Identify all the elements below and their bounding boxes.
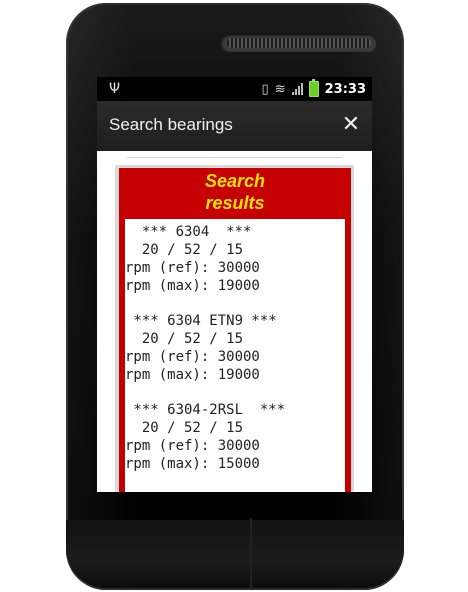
result-rpm-max: rpm (max): 15000: [125, 456, 260, 472]
status-icons: ▯ ≋ 23:33: [261, 79, 366, 97]
result-item[interactable]: *** 6304 *** 20 / 52 / 15 rpm (ref): 300…: [125, 223, 345, 295]
search-results-card: Search results *** 6304 *** 20 / 52 / 15…: [119, 168, 351, 492]
status-clock: 23:33: [324, 81, 366, 97]
dialog-titlebar: Search bearings ✕: [97, 101, 372, 151]
card-title: Search results: [119, 170, 351, 214]
battery-icon: [308, 79, 319, 97]
phone-bottom-bezel: [66, 520, 404, 588]
vibrate-icon: ▯: [261, 81, 269, 97]
screen: Ψ ▯ ≋ 23:33 Search bearings ✕ Search res…: [97, 77, 372, 492]
result-item[interactable]: *** 6304 ETN9 *** 20 / 52 / 15 rpm (ref)…: [125, 312, 345, 384]
result-rpm-ref: rpm (ref): 30000: [125, 260, 260, 276]
result-rpm-max: rpm (max): 19000: [125, 367, 260, 383]
earpiece-speaker: [221, 34, 377, 52]
divider: [127, 157, 342, 158]
result-rpm-max: rpm (max): 19000: [125, 278, 260, 294]
result-name: *** 6304 ETN9 ***: [125, 313, 277, 329]
results-list[interactable]: *** 6304 *** 20 / 52 / 15 rpm (ref): 300…: [125, 219, 345, 492]
dialog-body: Search results *** 6304 *** 20 / 52 / 15…: [97, 151, 372, 492]
speaker-grille: [227, 38, 371, 48]
result-dimensions: 20 / 52 / 15: [125, 420, 244, 436]
wifi-icon: ≋: [274, 81, 286, 97]
result-dimensions: 20 / 52 / 15: [125, 331, 244, 347]
result-name: *** 6304 ***: [125, 224, 252, 240]
card-title-line1: Search: [204, 171, 266, 191]
result-rpm-ref: rpm (ref): 30000: [125, 349, 260, 365]
result-name: *** 6304-2RSL ***: [125, 402, 286, 418]
close-icon[interactable]: ✕: [340, 114, 362, 136]
signal-icon: [291, 83, 303, 95]
result-dimensions: 20 / 52 / 15: [125, 242, 244, 258]
usb-icon: Ψ: [109, 81, 121, 97]
result-rpm-ref: rpm (ref): 30000: [125, 438, 260, 454]
status-bar: Ψ ▯ ≋ 23:33: [97, 77, 372, 101]
bezel-divider: [250, 518, 252, 590]
card-title-line2: results: [205, 193, 265, 213]
result-item[interactable]: *** 6304-2RSL *** 20 / 52 / 15 rpm (ref)…: [125, 401, 345, 473]
dialog-title: Search bearings: [109, 115, 233, 134]
